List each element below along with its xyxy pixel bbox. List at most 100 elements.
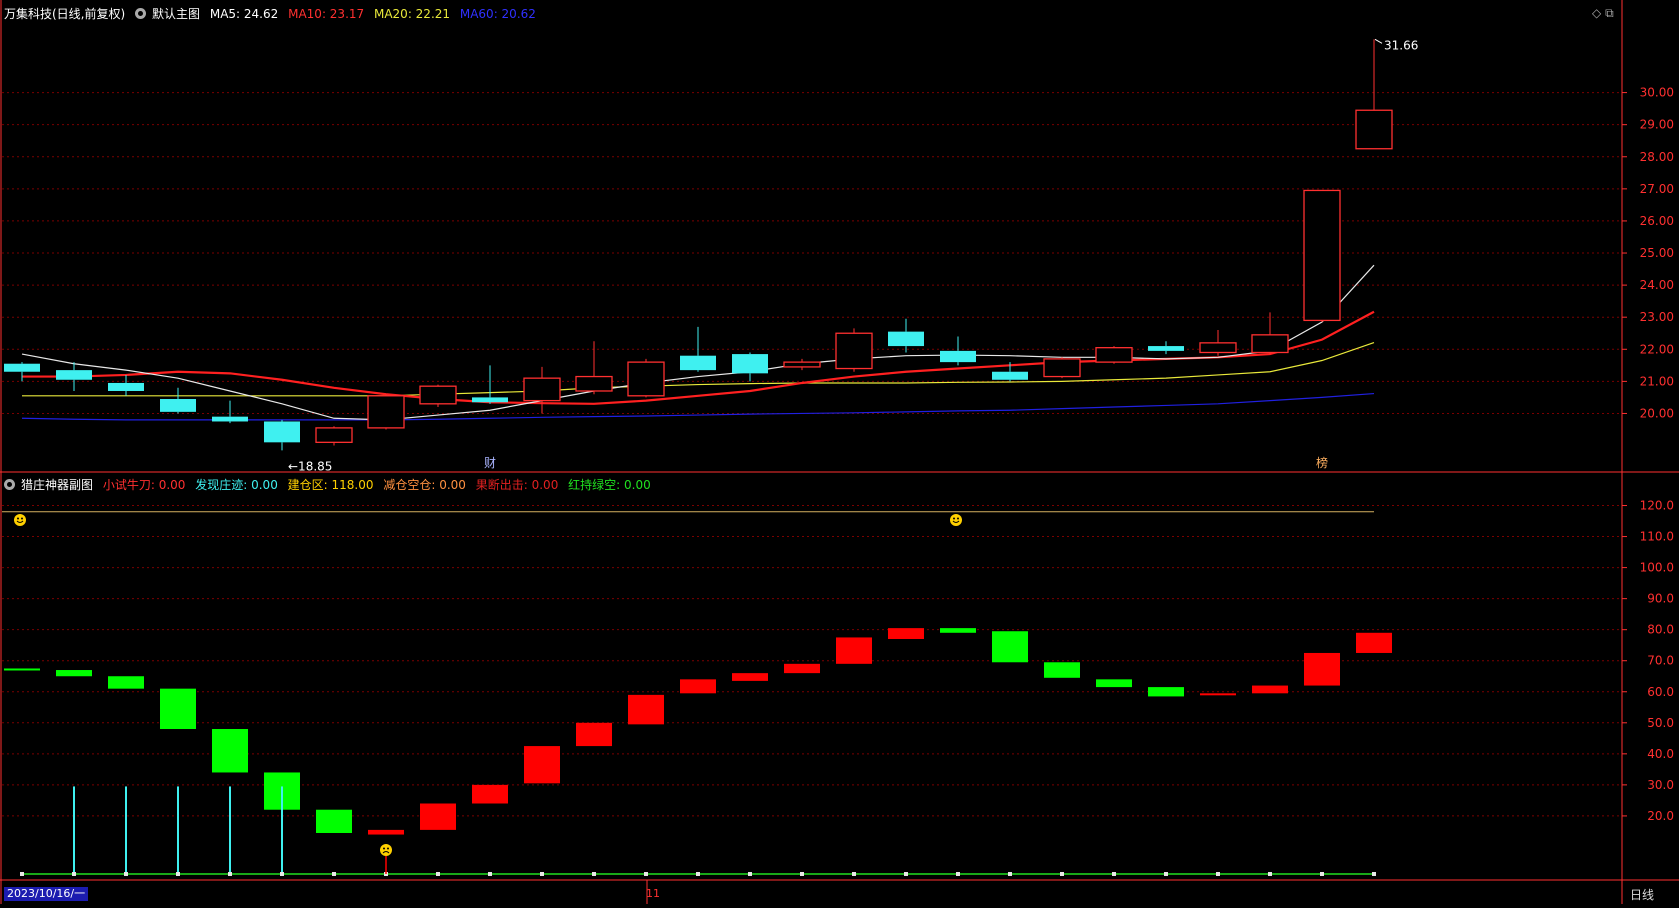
oscillator-bar [784, 663, 820, 674]
settings-gear-icon[interactable] [135, 8, 147, 19]
chart-name[interactable]: 默认主图 [152, 7, 200, 21]
candle-body-up [627, 361, 665, 397]
oscillator-bar [212, 729, 248, 773]
main-tick-label: 20.00 [1640, 406, 1674, 420]
ma60-line [21, 392, 1375, 421]
baseline-marker [20, 872, 24, 876]
candle-body-up [1043, 358, 1081, 378]
main-tick-label: 24.00 [1640, 278, 1674, 292]
period-tab-daily[interactable]: 日线 [1630, 886, 1654, 903]
baseline-marker [1216, 872, 1220, 876]
f3-readout: 建仓区: 118.00 [287, 478, 374, 492]
face-eye [383, 847, 385, 850]
oscillator-bar [680, 679, 716, 694]
candle-body-down [940, 350, 976, 363]
main-tick-label: 29.00 [1640, 118, 1674, 132]
settings-gear-icon[interactable] [4, 479, 15, 490]
sub-tick-label: 50.0 [1647, 716, 1674, 730]
oscillator-bar [524, 746, 560, 784]
main-tick-label: 28.00 [1640, 150, 1674, 164]
baseline-marker [696, 872, 700, 876]
main-tick-label: 25.00 [1640, 246, 1674, 260]
ma5-readout: MA5: 24.62 [209, 7, 279, 21]
financial-report-marker: 财 [484, 456, 496, 470]
candle-body-down [472, 397, 508, 403]
f1-readout: 小试牛刀: 0.00 [102, 478, 186, 492]
baseline-marker [1320, 872, 1324, 876]
candle-body-down [212, 416, 248, 422]
oscillator-bar [1096, 679, 1132, 688]
baseline-marker [72, 872, 76, 876]
oscillator-bar [1356, 632, 1392, 653]
ma10-readout: MA10: 23.17 [288, 7, 365, 21]
baseline-marker [1164, 872, 1168, 876]
window-controls: ◇ ⧉ [1592, 6, 1614, 21]
sub-title[interactable]: 猎庄神器副图 [21, 478, 93, 492]
candle-body-up [1199, 342, 1237, 354]
baseline-marker [280, 872, 284, 876]
baseline-marker [904, 872, 908, 876]
candle-body-up [523, 377, 561, 402]
chart-canvas[interactable]: 20.00 21.00 22.00 23.00 24.00 25.00 26.00 27.00… [0, 0, 1679, 904]
sub-chart-header: 猎庄神器副图 小试牛刀: 0.00 发现庄迹: 0.00 建仓区: 118.00… [4, 478, 657, 492]
candle-body-down [732, 354, 768, 374]
sub-tick-label: 100.0 [1640, 561, 1674, 575]
face-eye [953, 517, 955, 520]
ranking-marker: 榜 [1316, 455, 1328, 470]
date-cursor-label: 2023/10/16/一 [4, 887, 89, 901]
main-tick-label: 23.00 [1640, 310, 1674, 324]
diamond-icon[interactable]: ◇ [1592, 6, 1601, 20]
baseline-marker [228, 872, 232, 876]
candle-body-down [888, 331, 924, 347]
oscillator-bar [628, 694, 664, 725]
baseline-marker [540, 872, 544, 876]
face-eye [387, 847, 389, 850]
candle-body-up [1355, 109, 1393, 150]
baseline-marker [800, 872, 804, 876]
sub-tick-label: 120.0 [1640, 499, 1674, 513]
candle-body-up [575, 375, 613, 392]
candle-body-up [783, 361, 821, 368]
oscillator-bar [1148, 687, 1184, 697]
face-circle [380, 844, 392, 856]
candle-body-up [315, 427, 353, 443]
oscillator-bar [160, 688, 196, 730]
oscillator-bar [4, 668, 40, 671]
main-tick-label: 27.00 [1640, 182, 1674, 196]
oscillator-bar [1044, 662, 1080, 678]
candle-body-down [160, 399, 196, 412]
smiley-icon [950, 514, 962, 526]
month-marker: 11 [646, 887, 660, 900]
low-price-label: ←18.85 [288, 459, 332, 473]
face-circle [950, 514, 962, 526]
main-chart-header: 万集科技(日线,前复权) 默认主图 MA5: 24.62 MA10: 23.17… [4, 7, 542, 21]
baseline-marker [176, 872, 180, 876]
sub-tick-label: 20.0 [1647, 809, 1674, 823]
chart-stage[interactable]: 20.00 21.00 22.00 23.00 24.00 25.00 26.00 27.00… [0, 0, 1679, 904]
restore-icon[interactable]: ⧉ [1605, 6, 1614, 20]
baseline-marker [748, 872, 752, 876]
main-tick-label: 21.00 [1640, 374, 1674, 388]
candle-body-down [264, 421, 300, 443]
candle-body-up [1251, 334, 1289, 354]
oscillator-bar [1200, 693, 1236, 696]
stock-title[interactable]: 万集科技(日线,前复权) [4, 7, 125, 21]
candle-body-down [992, 371, 1028, 380]
sub-tick-label: 80.0 [1647, 623, 1674, 637]
baseline-marker [124, 872, 128, 876]
sub-tick-label: 60.0 [1647, 685, 1674, 699]
candle-body-down [108, 382, 144, 391]
baseline-marker [332, 872, 336, 876]
baseline-marker [592, 872, 596, 876]
sub-tick-label: 110.0 [1640, 530, 1674, 544]
ma20-readout: MA20: 22.21 [373, 7, 451, 21]
baseline-marker [1060, 872, 1064, 876]
main-tick-label: 26.00 [1640, 214, 1674, 228]
face-eye [17, 517, 19, 520]
oscillator-bar [316, 809, 352, 833]
f2-readout: 发现庄迹: 0.00 [195, 478, 278, 492]
candle-body-up [367, 395, 405, 429]
f5-readout: 果断出击: 0.00 [475, 478, 559, 492]
oscillator-bar [888, 628, 924, 639]
sub-tick-label: 30.0 [1647, 778, 1674, 792]
